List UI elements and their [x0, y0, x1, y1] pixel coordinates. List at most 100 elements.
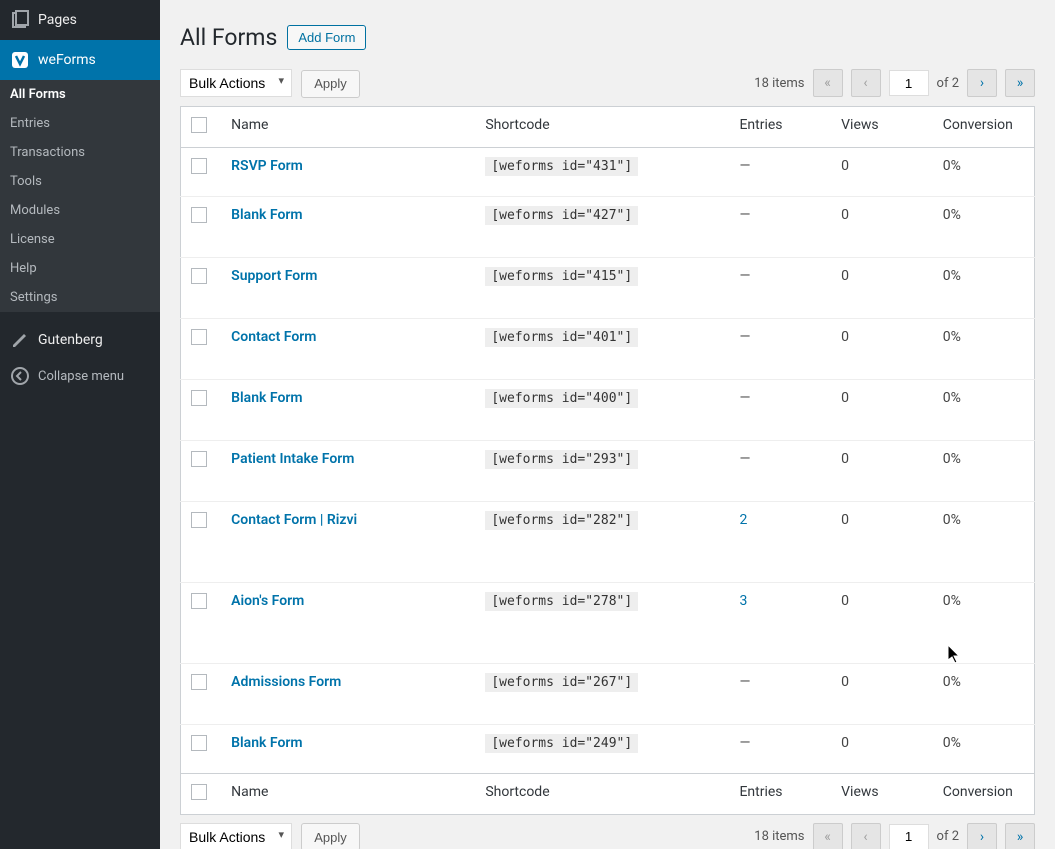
bulk-actions-select[interactable]: Bulk Actions: [180, 69, 292, 97]
table-row: Aion's Form [weforms id="278"] 3 0 0%: [181, 582, 1035, 663]
weforms-icon: [10, 50, 30, 70]
form-name-link[interactable]: Blank Form: [231, 735, 302, 751]
next-page-button[interactable]: ›: [967, 69, 997, 97]
row-checkbox[interactable]: [191, 593, 207, 609]
bulk-actions-select-bottom[interactable]: Bulk Actions: [180, 823, 292, 849]
row-checkbox[interactable]: [191, 268, 207, 284]
form-shortcode[interactable]: [weforms id="427"]: [485, 206, 638, 225]
row-checkbox[interactable]: [191, 207, 207, 223]
gutenberg-icon: [10, 330, 30, 350]
admin-sidebar: Pages weForms All Forms Entries Transact…: [0, 0, 160, 849]
table-row: Blank Form [weforms id="400"] — 0 0%: [181, 379, 1035, 440]
column-header-name[interactable]: Name: [221, 106, 475, 147]
submenu-item-license[interactable]: License: [0, 225, 160, 254]
form-shortcode[interactable]: [weforms id="431"]: [485, 157, 638, 176]
bulk-actions-group-bottom: Bulk Actions Apply: [180, 823, 360, 849]
sidebar-item-pages[interactable]: Pages: [0, 0, 160, 40]
form-shortcode[interactable]: [weforms id="249"]: [485, 734, 638, 753]
column-footer-shortcode: Shortcode: [475, 773, 729, 814]
form-shortcode[interactable]: [weforms id="278"]: [485, 592, 638, 611]
form-shortcode[interactable]: [weforms id="282"]: [485, 511, 638, 530]
submenu-item-tools[interactable]: Tools: [0, 167, 160, 196]
column-footer-entries: Entries: [729, 773, 831, 814]
entries-value: —: [739, 451, 750, 467]
select-all-checkbox-bottom[interactable]: [191, 784, 207, 800]
views-value: 0: [841, 674, 849, 690]
last-page-button-bottom[interactable]: »: [1005, 823, 1035, 849]
current-page-input[interactable]: [889, 70, 929, 96]
row-checkbox[interactable]: [191, 512, 207, 528]
next-page-button-bottom[interactable]: ›: [967, 823, 997, 849]
submenu-item-settings[interactable]: Settings: [0, 283, 160, 312]
row-checkbox[interactable]: [191, 329, 207, 345]
current-page-input-bottom[interactable]: [889, 824, 929, 849]
form-shortcode[interactable]: [weforms id="400"]: [485, 389, 638, 408]
sidebar-item-weforms[interactable]: weForms: [0, 40, 160, 80]
form-name-link[interactable]: Contact Form: [231, 329, 316, 345]
sidebar-submenu-weforms: All Forms Entries Transactions Tools Mod…: [0, 80, 160, 312]
submenu-item-transactions[interactable]: Transactions: [0, 138, 160, 167]
row-checkbox[interactable]: [191, 451, 207, 467]
submenu-item-modules[interactable]: Modules: [0, 196, 160, 225]
entries-value: —: [739, 329, 750, 345]
conversion-value: 0%: [943, 735, 961, 751]
views-value: 0: [841, 390, 849, 406]
entries-link[interactable]: 2: [739, 512, 747, 528]
form-name-link[interactable]: Blank Form: [231, 390, 302, 406]
form-shortcode[interactable]: [weforms id="293"]: [485, 450, 638, 469]
views-value: 0: [841, 512, 849, 528]
table-row: Support Form [weforms id="415"] — 0 0%: [181, 257, 1035, 318]
form-shortcode[interactable]: [weforms id="267"]: [485, 673, 638, 692]
first-page-button-bottom[interactable]: «: [813, 823, 843, 849]
tablenav-bottom: Bulk Actions Apply 18 items « ‹ of 2 › »: [180, 823, 1035, 849]
column-footer-name[interactable]: Name: [221, 773, 475, 814]
last-page-button[interactable]: »: [1005, 69, 1035, 97]
form-name-link[interactable]: Aion's Form: [231, 593, 304, 609]
pagination-top: 18 items « ‹ of 2 › »: [754, 69, 1035, 97]
items-count-bottom: 18 items: [754, 829, 804, 844]
row-checkbox[interactable]: [191, 390, 207, 406]
form-name-link[interactable]: RSVP Form: [231, 158, 303, 174]
apply-button-bottom[interactable]: Apply: [301, 823, 360, 849]
submenu-item-entries[interactable]: Entries: [0, 109, 160, 138]
row-checkbox[interactable]: [191, 674, 207, 690]
column-footer-views: Views: [831, 773, 933, 814]
row-checkbox[interactable]: [191, 158, 207, 174]
sidebar-collapse-menu[interactable]: Collapse menu: [0, 358, 160, 394]
views-value: 0: [841, 329, 849, 345]
form-shortcode[interactable]: [weforms id="415"]: [485, 267, 638, 286]
prev-page-button-bottom[interactable]: ‹: [851, 823, 881, 849]
bulk-actions-group: Bulk Actions Apply: [180, 69, 360, 98]
select-all-checkbox[interactable]: [191, 117, 207, 133]
entries-link[interactable]: 3: [739, 593, 747, 609]
form-shortcode[interactable]: [weforms id="401"]: [485, 328, 638, 347]
sidebar-item-gutenberg[interactable]: Gutenberg: [0, 322, 160, 358]
conversion-value: 0%: [943, 674, 961, 690]
submenu-item-help[interactable]: Help: [0, 254, 160, 283]
apply-button[interactable]: Apply: [301, 70, 360, 98]
sidebar-label: weForms: [38, 52, 96, 68]
views-value: 0: [841, 158, 849, 174]
conversion-value: 0%: [943, 207, 961, 223]
entries-value: —: [739, 158, 750, 174]
entries-value: —: [739, 268, 750, 284]
form-name-link[interactable]: Support Form: [231, 268, 317, 284]
prev-page-button[interactable]: ‹: [851, 69, 881, 97]
form-name-link[interactable]: Contact Form | Rizvi: [231, 512, 357, 528]
row-checkbox[interactable]: [191, 735, 207, 751]
views-value: 0: [841, 207, 849, 223]
items-count: 18 items: [754, 76, 804, 91]
conversion-value: 0%: [943, 158, 961, 174]
table-row: Contact Form | Rizvi [weforms id="282"] …: [181, 501, 1035, 582]
first-page-button[interactable]: «: [813, 69, 843, 97]
table-row: RSVP Form [weforms id="431"] — 0 0%: [181, 147, 1035, 196]
form-name-link[interactable]: Blank Form: [231, 207, 302, 223]
table-row: Blank Form [weforms id="427"] — 0 0%: [181, 196, 1035, 257]
form-name-link[interactable]: Patient Intake Form: [231, 451, 354, 467]
add-form-button[interactable]: Add Form: [287, 25, 366, 50]
column-header-conversion: Conversion: [933, 106, 1035, 147]
submenu-item-all-forms[interactable]: All Forms: [0, 80, 160, 109]
conversion-value: 0%: [943, 512, 961, 528]
table-row: Blank Form [weforms id="249"] — 0 0%: [181, 724, 1035, 773]
form-name-link[interactable]: Admissions Form: [231, 674, 341, 690]
